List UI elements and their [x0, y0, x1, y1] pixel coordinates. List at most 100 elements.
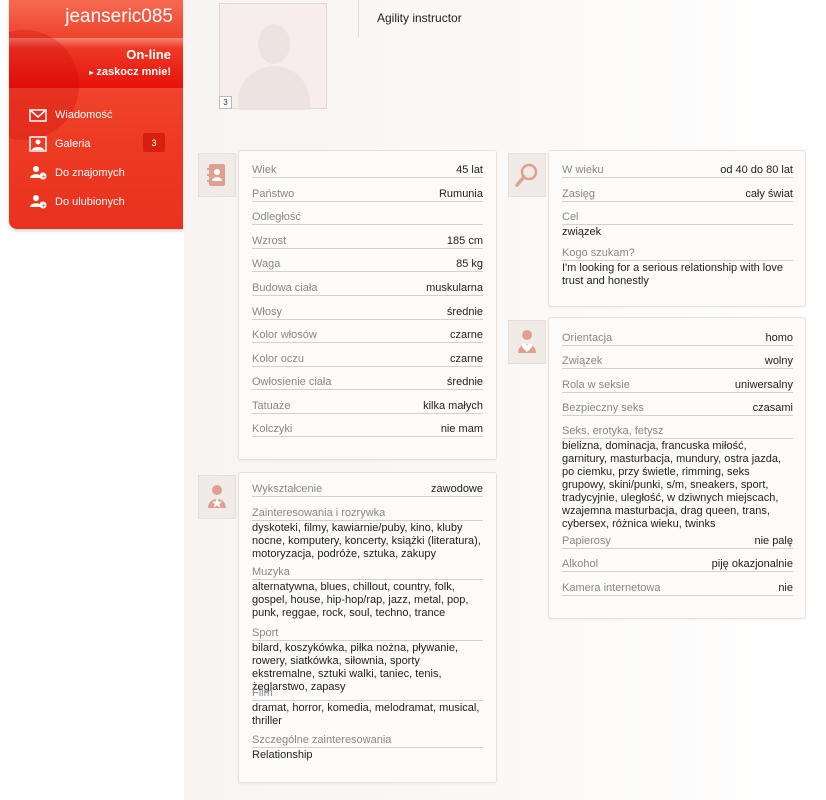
avatar-placeholder-head — [258, 24, 290, 64]
search-panel: W wieku od 40 do 80 lat Zasięg cały świat … — [548, 150, 806, 307]
detail-row-age: Wiek 45 lat — [252, 164, 483, 178]
detail-row-distance: Odległość — [252, 211, 483, 225]
interests-panel: Wykształcenie zawodowe Zainteresowania i … — [238, 472, 497, 783]
detail-value: od 40 do 80 lat — [720, 164, 793, 176]
profile-page: { "sidebar": { "username": "jeanseric085… — [0, 0, 826, 800]
detail-value: dramat, horror, komedia, melodramat, mus… — [252, 702, 480, 727]
sexuality-section-icon — [508, 320, 546, 364]
detail-value: alternatywna, blues, chillout, country, … — [252, 581, 469, 619]
detail-value: nie mam — [440, 423, 483, 435]
detail-label: Waga — [252, 258, 281, 270]
add-favorite-icon: + — [29, 194, 47, 210]
search-row-range: Zasięg cały świat — [562, 188, 793, 202]
detail-label: Muzyka — [252, 566, 483, 580]
divider — [358, 0, 359, 37]
sex-row-orientation: Orientacja homo — [562, 332, 793, 346]
magnifier-icon — [515, 163, 538, 187]
detail-label: Cel — [562, 211, 793, 225]
detail-value: związek — [562, 226, 602, 238]
detail-value: Relationship — [252, 749, 313, 761]
surprise-me-label: zaskocz mnie! — [96, 66, 171, 78]
search-row-age: W wieku od 40 do 80 lat — [562, 164, 793, 178]
surprise-me-link[interactable]: ▸ zaskocz mnie! — [89, 66, 171, 78]
detail-value: uniwersalny — [734, 379, 793, 391]
sex-row-relationship: Związek wolny — [562, 355, 793, 369]
sex-row-safe-sex: Bezpieczny seks czasami — [562, 402, 793, 416]
detail-label: W wieku — [562, 164, 604, 176]
detail-value: nie palę — [754, 535, 793, 547]
sidebar-item-add-favorite[interactable]: + Do ulubionych — [9, 187, 183, 216]
details-section-icon — [198, 153, 236, 197]
details-panel: Wiek 45 lat Państwo Rumunia Odległość Wzro… — [238, 150, 497, 460]
detail-label: Wiek — [252, 164, 277, 176]
detail-label: Orientacja — [562, 332, 613, 344]
detail-row-hair-color: Kolor włosów czarne — [252, 329, 483, 343]
arrow-right-icon: ▸ — [89, 68, 94, 77]
detail-row-country: Państwo Rumunia — [252, 188, 483, 202]
detail-label: Sport — [252, 627, 483, 641]
envelope-icon — [29, 107, 47, 123]
person-star-icon — [208, 485, 226, 508]
detail-value: I'm looking for a serious relationship w… — [562, 262, 783, 287]
detail-label: Film — [252, 687, 483, 701]
detail-value: bielizna, dominacja, francuska miłość, g… — [562, 440, 782, 530]
username: jeanseric085 — [65, 6, 173, 27]
detail-row-hair: Włosy średnie — [252, 306, 483, 320]
gallery-count-badge: 3 — [143, 133, 165, 152]
detail-value: 45 lat — [456, 164, 483, 176]
interests-section-icon — [198, 475, 236, 519]
detail-value: średnie — [446, 376, 483, 388]
detail-label: Kogo szukam? — [562, 247, 793, 261]
detail-value: dyskoteki, filmy, kawiarnie/puby, kino, … — [252, 522, 481, 560]
detail-value: kilka małych — [423, 400, 483, 412]
interest-block-sport: Sport bilard, koszykówka, piłka nożna, pł… — [252, 627, 483, 694]
detail-value: zawodowe — [431, 483, 483, 495]
detail-value: nie — [778, 582, 793, 594]
detail-label: Budowa ciała — [252, 282, 318, 294]
sidebar-item-label: Galeria — [55, 137, 91, 150]
svg-text:+: + — [41, 202, 46, 209]
add-friend-icon: + — [29, 165, 47, 181]
detail-value: homo — [765, 332, 793, 344]
avatar-placeholder-body — [238, 66, 310, 110]
svg-text:+: + — [41, 173, 46, 180]
sidebar-menu: Wiadomość Galeria 3 + Do znajomych + Do … — [9, 100, 183, 216]
profile-photo[interactable] — [219, 3, 327, 110]
detail-value: muskularna — [426, 282, 483, 294]
sidebar-item-add-friend[interactable]: + Do znajomych — [9, 158, 183, 187]
detail-label: Rola w seksie — [562, 379, 630, 391]
detail-row-eye-color: Kolor oczu czarne — [252, 353, 483, 367]
sidebar-item-label: Do ulubionych — [55, 195, 125, 208]
detail-value: czasami — [752, 402, 793, 414]
notebook-icon — [207, 164, 225, 186]
sidebar-item-message[interactable]: Wiadomość — [9, 100, 183, 129]
detail-label: Zasięg — [562, 188, 596, 200]
search-block-looking-for: Kogo szukam? I'm looking for a serious re… — [562, 247, 793, 288]
detail-value: czarne — [449, 353, 483, 365]
detail-label: Państwo — [252, 188, 295, 200]
detail-label: Papierosy — [562, 535, 611, 547]
sidebar-item-gallery[interactable]: Galeria 3 — [9, 129, 183, 158]
sexuality-panel: Orientacja homo Związek wolny Rola w seksi… — [548, 317, 806, 619]
detail-label: Seks, erotyka, fetysz — [562, 425, 793, 439]
detail-label: Odległość — [252, 211, 301, 223]
detail-label: Związek — [562, 355, 603, 367]
interest-row-education: Wykształcenie zawodowe — [252, 483, 483, 497]
detail-label: Kamera internetowa — [562, 582, 661, 594]
detail-label: Kolczyki — [252, 423, 293, 435]
sex-row-alcohol: Alkohol piję okazjonalnie — [562, 558, 793, 572]
interest-block-hobbies: Zainteresowania i rozrywka dyskoteki, fil… — [252, 507, 483, 561]
online-status: On-line — [126, 47, 171, 62]
detail-row-body-hair: Owłosienie ciała średnie — [252, 376, 483, 390]
detail-value: czarne — [449, 329, 483, 341]
detail-value: cały świat — [745, 188, 793, 200]
detail-label: Tatuaże — [252, 400, 291, 412]
detail-value: Rumunia — [438, 188, 483, 200]
picture-icon — [29, 135, 47, 152]
interest-block-music: Muzyka alternatywna, blues, chillout, cou… — [252, 566, 483, 620]
sex-row-cigarettes: Papierosy nie palę — [562, 535, 793, 549]
detail-row-piercings: Kolczyki nie mam — [252, 423, 483, 437]
detail-row-build: Budowa ciała muskularna — [252, 282, 483, 296]
search-section-icon — [508, 153, 546, 197]
detail-label: Zainteresowania i rozrywka — [252, 507, 483, 521]
